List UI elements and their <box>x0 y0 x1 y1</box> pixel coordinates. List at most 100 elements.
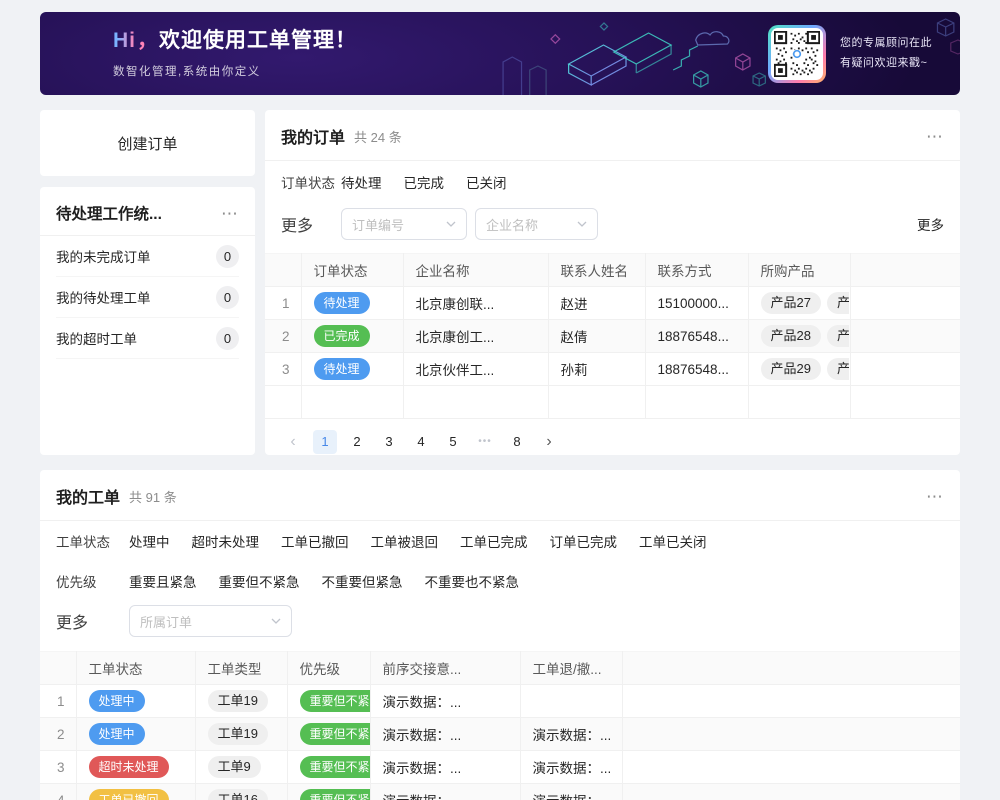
order-no-select[interactable]: 订单编号 <box>341 208 467 240</box>
welcome-banner: Hi，欢迎使用工单管理！ 数智化管理,系统由你定义 <box>40 12 960 95</box>
filter-ticket-completed[interactable]: 工单已完成 <box>460 531 528 551</box>
products-cell: 产品27产 <box>748 287 850 320</box>
phone-cell: 18876548... <box>645 320 748 353</box>
status-badge: 处理中 <box>89 723 145 745</box>
orders-count: 共 24 条 <box>354 127 402 146</box>
filter-closed[interactable]: 已关闭 <box>466 172 507 192</box>
banner-subtitle: 数智化管理,系统由你定义 <box>113 63 357 79</box>
contact-cell: 赵进 <box>548 287 645 320</box>
filter-not-important-not-urgent[interactable]: 不重要也不紧急 <box>425 571 520 591</box>
ticket-status-filter-label: 工单状态 <box>56 531 129 551</box>
stat-item-overdue-tickets[interactable]: 我的超时工单 0 <box>56 318 239 359</box>
stat-item-unfinished-orders[interactable]: 我的未完成订单 0 <box>56 236 239 277</box>
my-tickets-card: 我的工单 共 91 条 ⋯ 工单状态 处理中 超时未处理 工单已撤回 工单被退回… <box>40 470 960 800</box>
orders-more-link[interactable]: 更多 <box>917 214 944 234</box>
parent-order-select[interactable]: 所属订单 <box>129 605 292 637</box>
col-priority: 优先级 <box>287 652 370 685</box>
filter-completed[interactable]: 已完成 <box>404 172 445 192</box>
contact-cell: 孙莉 <box>548 353 645 386</box>
priority-badge: 重要但不紧急 <box>300 690 371 712</box>
filter-returned[interactable]: 工单被退回 <box>371 531 439 551</box>
create-order-button[interactable]: 创建订单 <box>40 110 255 176</box>
order-status-filter-row: 订单状态 待处理 已完成 已关闭 <box>265 161 960 203</box>
company-cell: 北京伙伴工... <box>403 353 548 386</box>
page-button[interactable]: 1 <box>313 430 337 454</box>
filter-processing[interactable]: 处理中 <box>129 531 170 551</box>
type-pill: 工单19 <box>208 723 268 745</box>
priority-badge: 重要但不紧急 <box>300 723 371 745</box>
more-pages-icon[interactable]: ••• <box>473 430 497 454</box>
more-options-icon[interactable]: ⋯ <box>926 128 944 145</box>
status-badge: 待处理 <box>314 358 370 380</box>
col-return: 工单退/撤... <box>520 652 622 685</box>
type-cell: 工单19 <box>195 718 287 751</box>
priority-cell: 重要但不紧急 <box>287 751 370 784</box>
status-badge: 超时未处理 <box>89 756 169 778</box>
ticket-row[interactable]: 2 处理中 工单19 重要但不紧急 演示数据：... 演示数据：... <box>40 718 960 751</box>
stat-label: 我的未完成订单 <box>56 246 151 266</box>
ticket-row[interactable]: 1 处理中 工单19 重要但不紧急 演示数据：... <box>40 685 960 718</box>
ticket-row[interactable]: 4 工单已撤回 工单16 重要但不紧急 演示数据：... 演示数据：... <box>40 784 960 800</box>
row-index: 4 <box>40 784 76 800</box>
filter-withdrawn[interactable]: 工单已撤回 <box>281 531 349 551</box>
count-badge: 0 <box>216 286 239 309</box>
more-options-icon[interactable]: ⋯ <box>926 488 944 505</box>
type-pill: 工单9 <box>208 756 261 778</box>
priority-cell: 重要但不紧急 <box>287 718 370 751</box>
products-cell: 产品29产 <box>748 353 850 386</box>
col-order-status: 订单状态 <box>301 254 403 287</box>
order-row[interactable]: 2 已完成 北京康创工... 赵倩 18876548... 产品28产 <box>265 320 960 353</box>
status-badge: 工单已撤回 <box>89 789 169 800</box>
company-cell: 北京康创联... <box>403 287 548 320</box>
ticket-row[interactable]: 3 超时未处理 工单9 重要但不紧急 演示数据：... 演示数据：... <box>40 751 960 784</box>
return-cell: 演示数据：... <box>520 718 622 751</box>
pre-handover-cell: 演示数据：... <box>370 784 520 800</box>
company-select[interactable]: 企业名称 <box>475 208 598 240</box>
type-pill: 工单16 <box>208 789 268 800</box>
col-phone: 联系方式 <box>645 254 748 287</box>
next-page-icon[interactable]: › <box>537 430 561 454</box>
tickets-card-title: 我的工单 <box>56 484 120 508</box>
page-button[interactable]: 8 <box>505 430 529 454</box>
page-button[interactable]: 2 <box>345 430 369 454</box>
return-cell <box>520 685 622 718</box>
order-row[interactable]: 1 待处理 北京康创联... 赵进 15100000... 产品27产 <box>265 287 960 320</box>
workbench-page: Hi，欢迎使用工单管理！ 数智化管理,系统由你定义 <box>0 0 1000 800</box>
filter-order-completed[interactable]: 订单已完成 <box>550 531 618 551</box>
filter-not-important-urgent[interactable]: 不重要但紧急 <box>322 571 403 591</box>
col-ticket-status: 工单状态 <box>76 652 195 685</box>
stat-item-pending-tickets[interactable]: 我的待处理工单 0 <box>56 277 239 318</box>
phone-cell: 15100000... <box>645 287 748 320</box>
tickets-table: 工单状态 工单类型 优先级 前序交接意... 工单退/撤... 1 处理中 工单… <box>40 651 960 800</box>
my-orders-card: 我的订单 共 24 条 ⋯ 订单状态 待处理 已完成 已关闭 更多 订单编号 企… <box>265 110 960 455</box>
priority-badge: 重要但不紧急 <box>300 756 371 778</box>
company-placeholder: 企业名称 <box>486 215 538 234</box>
order-status-filter-label: 订单状态 <box>281 172 341 192</box>
count-badge: 0 <box>216 245 239 268</box>
filter-overdue[interactable]: 超时未处理 <box>192 531 260 551</box>
filter-pending[interactable]: 待处理 <box>341 172 382 192</box>
priority-cell: 重要但不紧急 <box>287 784 370 800</box>
page-button[interactable]: 5 <box>441 430 465 454</box>
products-cell: 产品28产 <box>748 320 850 353</box>
page-button[interactable]: 3 <box>377 430 401 454</box>
more-options-icon[interactable]: ⋯ <box>221 205 239 222</box>
return-cell: 演示数据：... <box>520 751 622 784</box>
return-cell: 演示数据：... <box>520 784 622 800</box>
pre-handover-cell: 演示数据：... <box>370 718 520 751</box>
ticket-status-filter-row: 工单状态 处理中 超时未处理 工单已撤回 工单被退回 工单已完成 订单已完成 工… <box>40 521 960 561</box>
col-blank <box>850 254 960 287</box>
type-cell: 工单19 <box>195 685 287 718</box>
row-index: 3 <box>265 353 301 386</box>
filter-ticket-closed[interactable]: 工单已关闭 <box>639 531 707 551</box>
filter-important-not-urgent[interactable]: 重要但不紧急 <box>219 571 300 591</box>
page-button[interactable]: 4 <box>409 430 433 454</box>
order-row[interactable]: 3 待处理 北京伙伴工... 孙莉 18876548... 产品29产 <box>265 353 960 386</box>
type-cell: 工单9 <box>195 751 287 784</box>
filter-important-urgent[interactable]: 重要且紧急 <box>129 571 197 591</box>
product-pill-clipped: 产 <box>827 325 849 347</box>
product-pill: 产品29 <box>761 358 821 380</box>
col-ticket-type: 工单类型 <box>195 652 287 685</box>
prev-page-icon[interactable]: ‹ <box>281 430 305 454</box>
qr-caption: 您的专属顾问在此 有疑问欢迎来戳~ <box>840 34 932 73</box>
